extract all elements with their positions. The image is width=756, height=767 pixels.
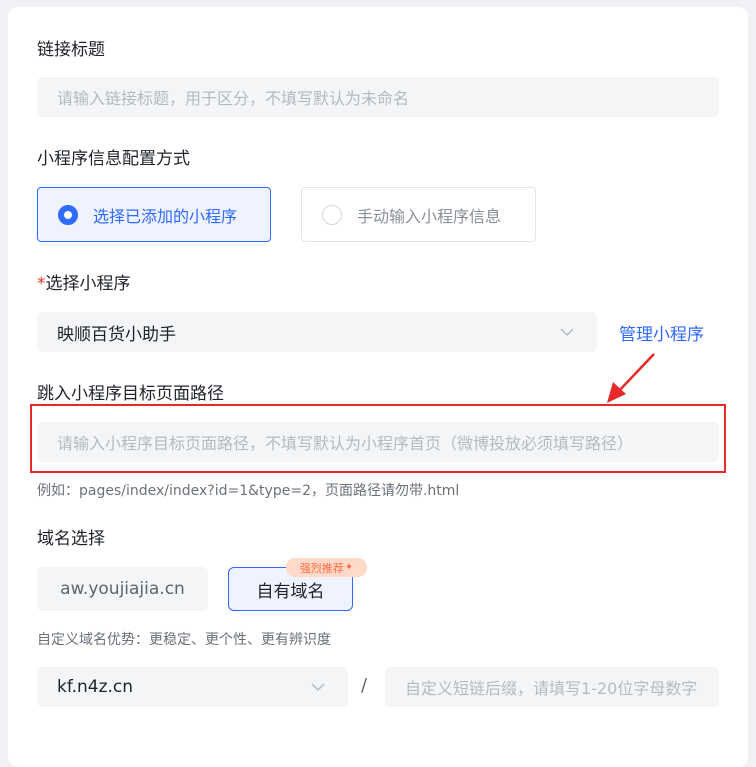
- target-path-input[interactable]: 请输入小程序目标页面路径，不填写默认为小程序首页（微博投放必须填写路径）: [37, 422, 719, 462]
- mini-program-label-text: 选择小程序: [45, 274, 131, 294]
- mini-program-select[interactable]: 映顺百货小助手: [37, 312, 597, 352]
- path-separator: /: [361, 675, 368, 696]
- required-mark: *: [37, 274, 46, 294]
- domain-advantage-hint: 自定义域名优势：更稳定、更个性、更有辨识度: [37, 632, 331, 648]
- option-select-added-mini-program[interactable]: 选择已添加的小程序: [37, 187, 271, 242]
- chevron-down-icon: [311, 683, 325, 692]
- link-title-input[interactable]: 请输入链接标题，用于区分，不填写默认为未命名: [37, 77, 719, 117]
- short-link-suffix-input[interactable]: 自定义短链后缀，请填写1-20位字母数字: [385, 667, 719, 707]
- recommend-badge: 强烈推荐 ✦: [286, 558, 367, 577]
- domain-label: 域名选择: [37, 529, 105, 549]
- domain-option-default[interactable]: aw.youjiajia.cn: [37, 567, 208, 611]
- domain-select[interactable]: kf.n4z.cn: [37, 667, 348, 707]
- link-title-label: 链接标题: [37, 40, 105, 60]
- radio-selected-icon: [58, 204, 78, 225]
- chevron-down-icon: [560, 328, 574, 337]
- target-path-example-hint: 例如：pages/index/index?id=1&type=2，页面路径请勿带…: [37, 483, 460, 499]
- option-label: 手动输入小程序信息: [357, 206, 502, 226]
- target-path-label: 跳入小程序目标页面路径: [37, 384, 224, 404]
- domain-selected-value: kf.n4z.cn: [57, 677, 134, 697]
- mini-program-selected-value: 映顺百货小助手: [57, 324, 176, 345]
- option-manual-input[interactable]: 手动输入小程序信息: [301, 187, 536, 242]
- recommend-badge-text: 强烈推荐: [299, 561, 344, 575]
- sparkle-icon: ✦: [344, 562, 354, 573]
- config-mode-label: 小程序信息配置方式: [37, 149, 190, 169]
- radio-unselected-icon: [322, 204, 342, 225]
- annotation-arrow-icon: [607, 353, 655, 403]
- manage-mini-program-link[interactable]: 管理小程序: [619, 320, 704, 345]
- option-label: 选择已添加的小程序: [93, 206, 238, 226]
- mini-program-label: *选择小程序: [37, 272, 131, 296]
